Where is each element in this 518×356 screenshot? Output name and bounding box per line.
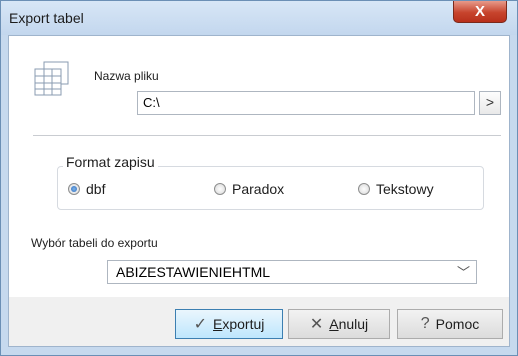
browse-button[interactable]: > xyxy=(479,91,501,115)
table-select-value: ABIZESTAWIENIEHTML xyxy=(116,264,271,280)
radio-dbf[interactable]: dbf xyxy=(68,181,105,197)
table-select-label: Wybór tabeli do exportu xyxy=(31,236,158,250)
export-button[interactable]: ✓ Exportuj xyxy=(175,309,283,339)
button-bar: ✓ Exportuj ✕ Anuluj ? Pomoc xyxy=(9,297,509,346)
radio-tekstowy[interactable]: Tekstowy xyxy=(358,181,434,197)
title-bar: Export tabel X xyxy=(1,1,517,35)
checkmark-icon: ✓ xyxy=(193,316,208,333)
cancel-button[interactable]: ✕ Anuluj xyxy=(288,309,390,339)
table-icon xyxy=(34,61,69,96)
export-dialog: Export tabel X Nazwa pliku C:\ > Format … xyxy=(0,0,518,356)
radio-tekstowy-label: Tekstowy xyxy=(376,181,434,197)
radio-dbf-label: dbf xyxy=(86,181,106,197)
file-name-label: Nazwa pliku xyxy=(94,69,159,83)
cross-icon: ✕ xyxy=(309,316,324,333)
cancel-label: Anuluj xyxy=(329,316,369,332)
separator xyxy=(33,135,501,136)
help-circle-icon: ? xyxy=(420,315,430,332)
window-title: Export tabel xyxy=(9,10,84,26)
format-legend: Format zapisu xyxy=(63,154,158,170)
dialog-content: Nazwa pliku C:\ > Format zapisu dbf Para… xyxy=(8,35,510,347)
table-select[interactable]: ABIZESTAWIENIEHTML ﹀ xyxy=(107,260,477,284)
export-label: Exportuj xyxy=(213,316,265,332)
help-button[interactable]: ? Pomoc xyxy=(397,309,503,339)
file-path-input[interactable]: C:\ xyxy=(137,91,475,115)
radio-unchecked-icon xyxy=(214,183,226,195)
radio-paradox-label: Paradox xyxy=(232,181,285,197)
help-label: Pomoc xyxy=(435,316,480,332)
chevron-down-icon: ﹀ xyxy=(456,265,470,280)
radio-paradox[interactable]: Paradox xyxy=(214,181,284,197)
chevron-right-icon: > xyxy=(485,94,495,110)
radio-checked-icon xyxy=(68,183,80,195)
close-button[interactable]: X xyxy=(453,1,507,23)
close-icon: X xyxy=(474,3,485,20)
radio-unchecked-icon xyxy=(358,183,370,195)
